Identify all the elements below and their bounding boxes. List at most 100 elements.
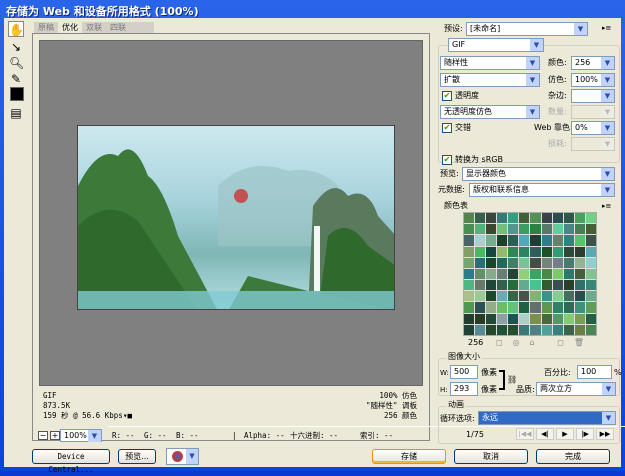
color-swatch[interactable]: [464, 224, 475, 235]
color-swatch[interactable]: [486, 280, 497, 291]
dither-amount-select[interactable]: 100% ▼: [571, 73, 615, 87]
color-swatch[interactable]: [585, 224, 596, 235]
color-swatch[interactable]: [508, 280, 519, 291]
color-swatch[interactable]: [541, 291, 552, 302]
color-swatch[interactable]: [585, 313, 596, 324]
color-swatch[interactable]: [475, 280, 486, 291]
color-swatch[interactable]: [530, 224, 541, 235]
color-swatch[interactable]: [519, 246, 530, 257]
color-swatch[interactable]: [530, 246, 541, 257]
color-swatch[interactable]: [497, 324, 508, 335]
color-swatch[interactable]: [563, 280, 574, 291]
color-swatch[interactable]: [552, 235, 563, 246]
zoom-level-select[interactable]: 100% ▼: [60, 429, 102, 442]
color-swatch[interactable]: [497, 280, 508, 291]
color-swatch[interactable]: [475, 213, 486, 224]
color-swatch[interactable]: [541, 235, 552, 246]
color-swatch[interactable]: [585, 324, 596, 335]
color-swatch[interactable]: [541, 313, 552, 324]
color-swatch[interactable]: [563, 224, 574, 235]
color-swatch[interactable]: [541, 213, 552, 224]
color-swatch[interactable]: [541, 324, 552, 335]
color-swatch[interactable]: [519, 324, 530, 335]
color-swatch[interactable]: [552, 324, 563, 335]
color-swatch[interactable]: [508, 246, 519, 257]
quality-select[interactable]: 两次立方 ▼: [536, 382, 616, 396]
color-swatch[interactable]: [464, 257, 475, 268]
transparency-dither-select[interactable]: 无透明度仿色 ▼: [440, 105, 540, 119]
color-reduction-select[interactable]: 随样性 ▼: [440, 56, 540, 70]
color-swatch[interactable]: [574, 291, 585, 302]
color-swatch[interactable]: [464, 246, 475, 257]
browser-preview-select[interactable]: ▼: [166, 448, 199, 465]
metadata-select[interactable]: 版权和联系信息 ▼: [469, 183, 615, 197]
color-swatch[interactable]: [574, 268, 585, 280]
color-swatch[interactable]: [464, 268, 475, 280]
color-swatch[interactable]: [464, 313, 475, 324]
matte-select[interactable]: ▼: [571, 89, 615, 103]
color-swatch[interactable]: [574, 246, 585, 257]
loop-select[interactable]: 永远 ▼: [478, 411, 616, 425]
color-swatch[interactable]: [519, 280, 530, 291]
color-swatch[interactable]: [563, 313, 574, 324]
color-swatch[interactable]: [497, 313, 508, 324]
next-frame-icon[interactable]: |▶: [576, 428, 594, 440]
color-swatch[interactable]: [530, 235, 541, 246]
cancel-button[interactable]: 取消: [454, 449, 528, 464]
tab-4up[interactable]: 四联: [106, 22, 130, 33]
color-swatch[interactable]: [563, 291, 574, 302]
color-swatch[interactable]: [464, 291, 475, 302]
color-swatch[interactable]: [497, 235, 508, 246]
color-swatch[interactable]: [519, 302, 530, 313]
color-swatch[interactable]: [508, 324, 519, 335]
transparency-checkbox[interactable]: ✔: [442, 91, 452, 101]
color-swatch[interactable]: [486, 268, 497, 280]
color-swatch[interactable]: [475, 313, 486, 324]
color-table-menu-icon[interactable]: ▸≡: [602, 202, 611, 210]
color-swatch[interactable]: [552, 224, 563, 235]
color-swatch[interactable]: [497, 246, 508, 257]
color-swatch[interactable]: [552, 291, 563, 302]
color-swatch[interactable]: [497, 268, 508, 280]
color-swatch[interactable]: [530, 268, 541, 280]
color-swatch[interactable]: [508, 257, 519, 268]
color-swatch[interactable]: [475, 224, 486, 235]
dither-algorithm-select[interactable]: 扩散 ▼: [440, 73, 540, 87]
tab-2up[interactable]: 双联: [82, 22, 106, 33]
zoom-tool-icon[interactable]: 🔍︎: [8, 54, 24, 70]
color-swatch[interactable]: [552, 302, 563, 313]
color-swatch[interactable]: [530, 302, 541, 313]
link-icon[interactable]: ⛓: [507, 375, 517, 384]
device-central-button[interactable]: Device Central...: [32, 449, 110, 474]
color-swatch[interactable]: [508, 235, 519, 246]
optimize-menu-icon[interactable]: ▸≡: [602, 24, 611, 32]
color-swatch[interactable]: [574, 313, 585, 324]
prev-frame-icon[interactable]: ◀|: [536, 428, 554, 440]
color-swatch[interactable]: [475, 302, 486, 313]
zoom-in-button[interactable]: +: [50, 431, 60, 440]
color-swatch[interactable]: [552, 280, 563, 291]
color-swatch[interactable]: [475, 235, 486, 246]
color-swatch[interactable]: [585, 246, 596, 257]
color-swatch[interactable]: [563, 246, 574, 257]
color-swatch[interactable]: [530, 257, 541, 268]
color-swatch[interactable]: [475, 268, 486, 280]
color-swatch[interactable]: [574, 257, 585, 268]
color-swatch[interactable]: [574, 224, 585, 235]
color-swatch[interactable]: [486, 257, 497, 268]
color-swatch[interactable]: [585, 257, 596, 268]
width-input[interactable]: 500: [450, 365, 478, 379]
color-swatch[interactable]: [585, 268, 596, 280]
tab-optimized[interactable]: 优化: [58, 22, 82, 33]
color-swatch[interactable]: [574, 213, 585, 224]
eyedropper-tool-icon[interactable]: ✎: [8, 70, 24, 86]
color-swatch[interactable]: [541, 302, 552, 313]
color-swatch[interactable]: [563, 268, 574, 280]
color-swatch[interactable]: [497, 257, 508, 268]
color-swatch[interactable]: [530, 313, 541, 324]
toggle-slices-icon[interactable]: ▤: [8, 104, 24, 120]
color-swatch[interactable]: [563, 235, 574, 246]
color-swatch[interactable]: [475, 257, 486, 268]
convert-srgb-checkbox[interactable]: ✔: [442, 155, 452, 165]
color-swatch[interactable]: [464, 213, 475, 224]
